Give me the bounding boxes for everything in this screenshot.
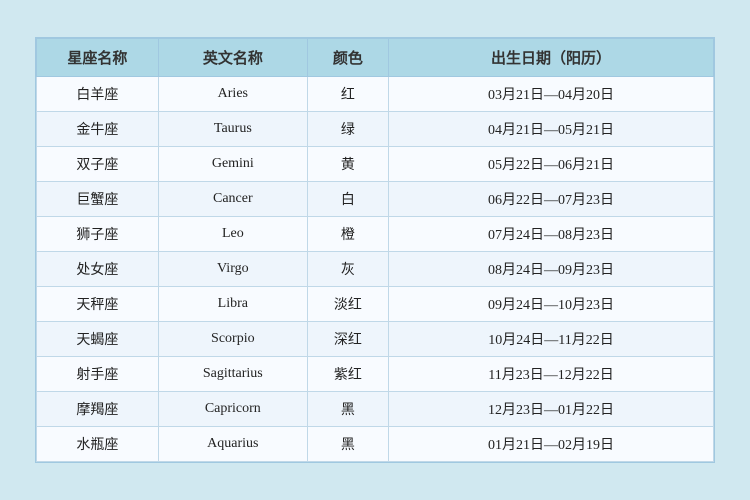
table-row: 天蝎座Scorpio深红10月24日—11月22日 — [37, 322, 714, 357]
cell-color: 紫红 — [307, 357, 388, 392]
cell-color: 橙 — [307, 217, 388, 252]
cell-chinese: 天秤座 — [37, 287, 159, 322]
cell-color: 黄 — [307, 147, 388, 182]
cell-chinese: 水瓶座 — [37, 427, 159, 462]
cell-chinese: 天蝎座 — [37, 322, 159, 357]
table-body: 白羊座Aries红03月21日—04月20日金牛座Taurus绿04月21日—0… — [37, 77, 714, 462]
header-chinese-name: 星座名称 — [37, 39, 159, 77]
header-date: 出生日期（阳历） — [389, 39, 714, 77]
cell-chinese: 金牛座 — [37, 112, 159, 147]
cell-date: 03月21日—04月20日 — [389, 77, 714, 112]
cell-chinese: 处女座 — [37, 252, 159, 287]
cell-english: Scorpio — [158, 322, 307, 357]
cell-color: 白 — [307, 182, 388, 217]
cell-chinese: 狮子座 — [37, 217, 159, 252]
table-row: 白羊座Aries红03月21日—04月20日 — [37, 77, 714, 112]
cell-english: Leo — [158, 217, 307, 252]
cell-date: 01月21日—02月19日 — [389, 427, 714, 462]
cell-chinese: 射手座 — [37, 357, 159, 392]
table-row: 狮子座Leo橙07月24日—08月23日 — [37, 217, 714, 252]
cell-english: Cancer — [158, 182, 307, 217]
table-row: 水瓶座Aquarius黑01月21日—02月19日 — [37, 427, 714, 462]
table-header-row: 星座名称 英文名称 颜色 出生日期（阳历） — [37, 39, 714, 77]
cell-english: Aquarius — [158, 427, 307, 462]
cell-color: 淡红 — [307, 287, 388, 322]
table-row: 天秤座Libra淡红09月24日—10月23日 — [37, 287, 714, 322]
cell-english: Virgo — [158, 252, 307, 287]
cell-english: Taurus — [158, 112, 307, 147]
cell-english: Capricorn — [158, 392, 307, 427]
cell-date: 11月23日—12月22日 — [389, 357, 714, 392]
cell-date: 10月24日—11月22日 — [389, 322, 714, 357]
cell-color: 红 — [307, 77, 388, 112]
cell-english: Sagittarius — [158, 357, 307, 392]
table-row: 双子座Gemini黄05月22日—06月21日 — [37, 147, 714, 182]
cell-date: 09月24日—10月23日 — [389, 287, 714, 322]
cell-date: 04月21日—05月21日 — [389, 112, 714, 147]
cell-date: 12月23日—01月22日 — [389, 392, 714, 427]
cell-chinese: 摩羯座 — [37, 392, 159, 427]
table-row: 处女座Virgo灰08月24日—09月23日 — [37, 252, 714, 287]
cell-date: 08月24日—09月23日 — [389, 252, 714, 287]
table-row: 射手座Sagittarius紫红11月23日—12月22日 — [37, 357, 714, 392]
cell-chinese: 巨蟹座 — [37, 182, 159, 217]
cell-english: Gemini — [158, 147, 307, 182]
cell-date: 05月22日—06月21日 — [389, 147, 714, 182]
table-row: 摩羯座Capricorn黑12月23日—01月22日 — [37, 392, 714, 427]
cell-english: Libra — [158, 287, 307, 322]
cell-english: Aries — [158, 77, 307, 112]
cell-chinese: 双子座 — [37, 147, 159, 182]
table-row: 金牛座Taurus绿04月21日—05月21日 — [37, 112, 714, 147]
cell-chinese: 白羊座 — [37, 77, 159, 112]
zodiac-table: 星座名称 英文名称 颜色 出生日期（阳历） 白羊座Aries红03月21日—04… — [36, 38, 714, 462]
cell-color: 灰 — [307, 252, 388, 287]
cell-color: 深红 — [307, 322, 388, 357]
cell-color: 黑 — [307, 427, 388, 462]
cell-color: 黑 — [307, 392, 388, 427]
cell-date: 07月24日—08月23日 — [389, 217, 714, 252]
table-row: 巨蟹座Cancer白06月22日—07月23日 — [37, 182, 714, 217]
header-color: 颜色 — [307, 39, 388, 77]
cell-color: 绿 — [307, 112, 388, 147]
cell-date: 06月22日—07月23日 — [389, 182, 714, 217]
zodiac-table-container: 星座名称 英文名称 颜色 出生日期（阳历） 白羊座Aries红03月21日—04… — [35, 37, 715, 463]
header-english-name: 英文名称 — [158, 39, 307, 77]
